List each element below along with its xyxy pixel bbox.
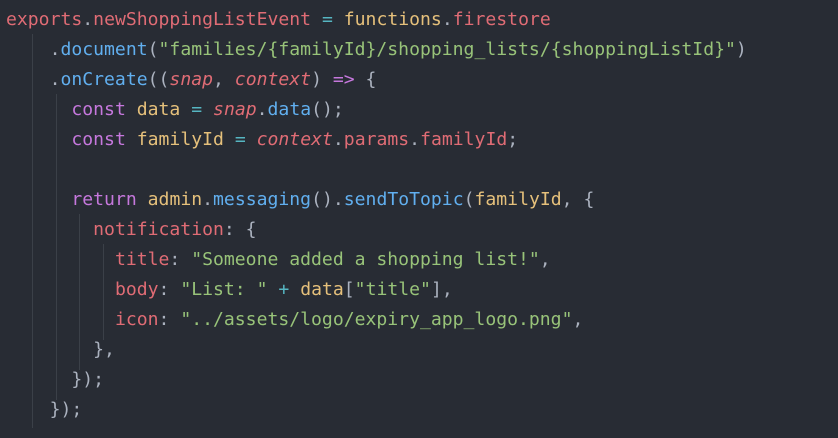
code-token: , [572, 309, 584, 330]
code-token: + [278, 279, 290, 300]
code-editor[interactable]: exports.newShoppingListEvent = functions… [0, 0, 838, 438]
code-token: document [60, 39, 148, 60]
code-line: }); [6, 365, 104, 395]
code-token: ) [311, 69, 333, 90]
code-token: "../assets/logo/expiry_app_logo.png" [180, 309, 573, 330]
code-token: }); [6, 369, 105, 390]
code-token: "List: " [180, 279, 268, 300]
code-token: { [354, 69, 377, 90]
code-line: }, [6, 335, 115, 365]
code-token: . [202, 189, 214, 210]
code-token: => [332, 69, 355, 90]
code-token: data [136, 99, 181, 120]
code-token: body [114, 279, 159, 300]
code-token: = [191, 99, 203, 120]
code-token: "title" [354, 279, 431, 300]
code-token: }, [6, 339, 115, 360]
code-token: familyId [136, 129, 224, 150]
code-line: exports.newShoppingListEvent = functions… [6, 5, 551, 35]
code-token: . [332, 129, 344, 150]
code-line: }); [6, 395, 83, 425]
code-token: [ [343, 279, 355, 300]
code-token: ; [507, 129, 519, 150]
code-token: exports [6, 9, 83, 30]
code-token: icon [114, 309, 159, 330]
code-token: (). [311, 189, 344, 210]
code-token: (); [311, 99, 344, 120]
code-token: ], [430, 279, 453, 300]
code-token: ) [735, 39, 747, 60]
code-line: icon: "../assets/logo/expiry_app_logo.pn… [6, 305, 583, 335]
code-token: params [343, 129, 410, 150]
code-line: const data = snap.data(); [6, 95, 344, 125]
code-token: : { [223, 219, 257, 240]
code-token: "families/{familyId}/shopping_lists/{sho… [158, 39, 736, 60]
code-token: . [82, 9, 94, 30]
code-token: : [158, 279, 181, 300]
code-token: ( [463, 189, 475, 210]
code-token: : [158, 309, 181, 330]
code-token: title [114, 249, 170, 270]
code-line: const familyId = context.params.familyId… [6, 125, 518, 155]
code-token: sendToTopic [343, 189, 464, 210]
code-token: return [71, 189, 137, 210]
code-token: . [256, 99, 268, 120]
code-token: }); [6, 399, 83, 420]
code-token: . [6, 39, 61, 60]
code-token: firestore [452, 9, 551, 30]
code-token: . [6, 69, 61, 90]
code-token: , [213, 69, 235, 90]
code-token: . [441, 9, 453, 30]
code-token: . [409, 129, 421, 150]
code-token: snap [169, 69, 213, 90]
code-token: functions [343, 9, 442, 30]
code-line: body: "List: " + data["title"], [6, 275, 453, 305]
code-line: title: "Someone added a shopping list!", [6, 245, 551, 275]
code-token: data [300, 279, 344, 300]
code-line: notification: { [6, 215, 257, 245]
code-token: admin [147, 189, 203, 210]
code-token: context [234, 69, 312, 90]
code-token: context [256, 129, 333, 150]
code-token: data [267, 99, 312, 120]
code-token: snap [213, 99, 257, 120]
code-token: messaging [213, 189, 312, 210]
code-token: const [71, 99, 126, 120]
code-token: familyId [420, 129, 508, 150]
code-token: const [71, 129, 126, 150]
code-token: = [234, 129, 246, 150]
code-token: onCreate [60, 69, 148, 90]
code-line: return admin.messaging().sendToTopic(fam… [6, 185, 594, 215]
code-token: ( [147, 39, 159, 60]
code-token: = [321, 9, 333, 30]
code-token: , [539, 249, 551, 270]
code-token: newShoppingListEvent [93, 9, 312, 30]
code-token: , { [561, 189, 595, 210]
code-line: .document("families/{familyId}/shopping_… [6, 35, 747, 65]
code-token: : [169, 249, 192, 270]
code-token: (( [147, 69, 170, 90]
code-line: .onCreate((snap, context) => { [6, 65, 377, 95]
code-token: notification [93, 219, 224, 240]
code-token: familyId [474, 189, 562, 210]
code-token: "Someone added a shopping list!" [191, 249, 540, 270]
